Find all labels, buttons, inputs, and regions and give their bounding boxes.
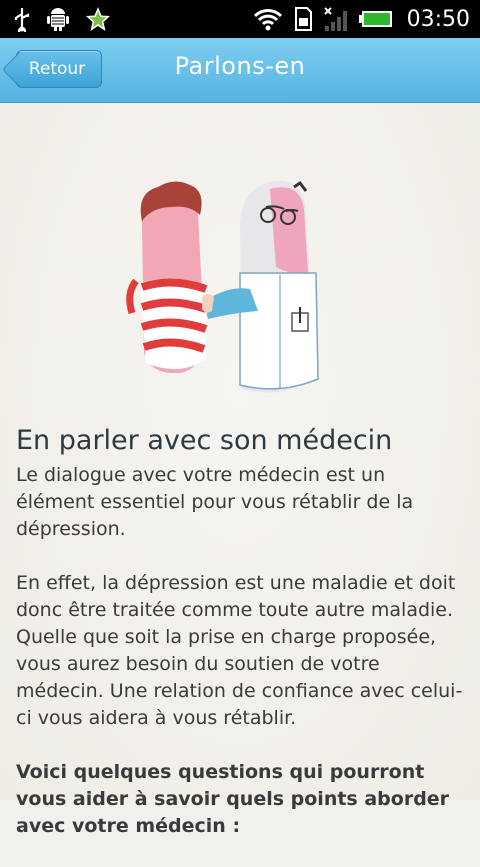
- android-debug-icon: [47, 8, 69, 31]
- sd-card-icon: [294, 7, 312, 31]
- usb-icon: [14, 8, 30, 32]
- app-header: Retour Parlons-en: [0, 38, 480, 103]
- battery-icon: [358, 11, 392, 27]
- article-title: En parler avec son médecin: [16, 425, 393, 456]
- page-title: Parlons-en: [174, 52, 306, 80]
- star-icon: [86, 7, 110, 31]
- clock: 03:50: [406, 6, 470, 32]
- content-area[interactable]: En parler avec son médecin Le dialogue a…: [0, 103, 480, 837]
- signal-icon: [323, 7, 347, 31]
- article: En parler avec son médecin Le dialogue a…: [16, 425, 468, 867]
- article-paragraph: Le dialogue avec votre médecin est un él…: [16, 464, 414, 540]
- status-bar: 03:50: [0, 0, 480, 38]
- doctor-patient-illustration: [126, 180, 319, 393]
- article-paragraph: En effet, la dépression est une maladie …: [16, 572, 463, 729]
- wifi-icon: [253, 9, 282, 31]
